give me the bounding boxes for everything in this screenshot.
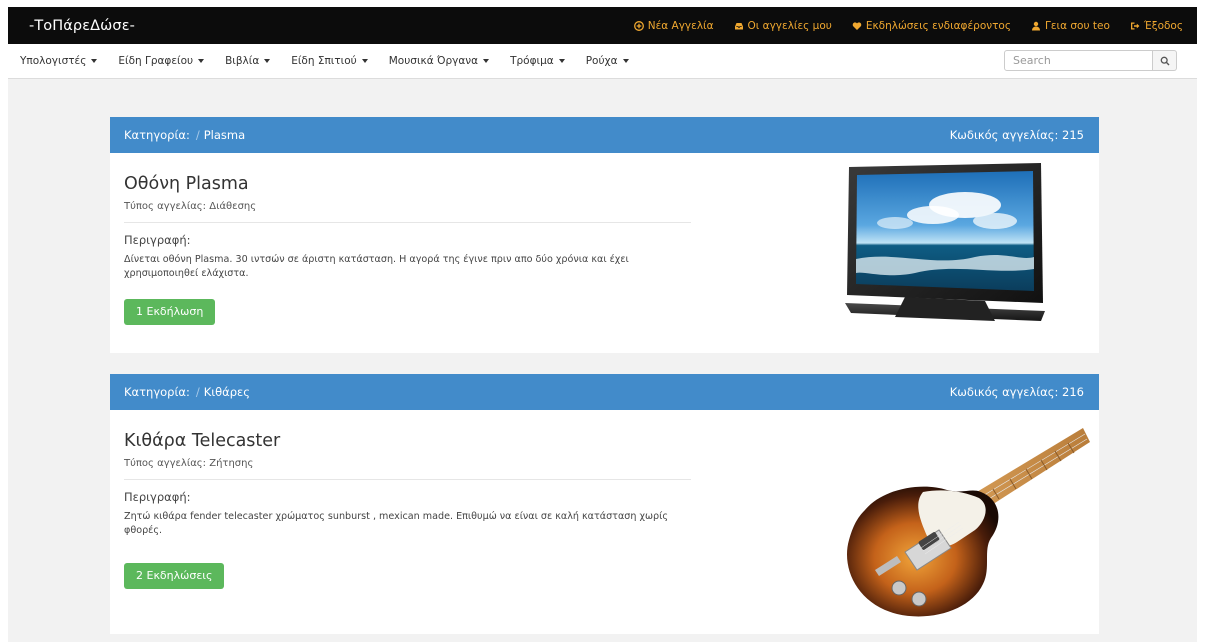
category-menu-books[interactable]: Βιβλία xyxy=(225,55,271,67)
plasma-tv-image xyxy=(845,163,1045,339)
heart-icon xyxy=(852,21,862,31)
caret-down-icon xyxy=(91,59,98,63)
caret-down-icon xyxy=(264,59,271,63)
telecaster-guitar-image xyxy=(835,418,1090,634)
new-ad-label: Νέα Αγγελία xyxy=(647,19,714,32)
category-menu-computers[interactable]: Υπολογιστές xyxy=(20,55,98,67)
user-greeting-link[interactable]: Γεια σου teo xyxy=(1031,20,1110,32)
category-menu-music[interactable]: Μουσικά Όργανα xyxy=(388,55,490,67)
user-greeting-label: Γεια σου teo xyxy=(1045,19,1110,32)
category-label: Τρόφιμα xyxy=(510,55,554,67)
interests-label: Εκδηλώσεις ενδιαφέροντος xyxy=(865,19,1012,32)
category-navbar: Υπολογιστές Είδη Γραφείου Βιβλία Είδη Σπ… xyxy=(8,44,1197,79)
ad-description: Δίνεται οθόνη Plasma. 30 ιντσών σε άριστ… xyxy=(124,254,629,279)
ad-type-label: Τύπος αγγελίας: xyxy=(124,201,207,212)
search-icon xyxy=(1160,51,1170,70)
top-nav-links: Νέα Αγγελία Οι αγγελίες μου Εκδηλώσεις ε… xyxy=(633,19,1183,32)
divider xyxy=(124,222,691,223)
ad-card-body: Οθόνη Plasma Τύπος αγγελίας: Διάθεσης Πε… xyxy=(110,153,1099,325)
ad-code-value: 215 xyxy=(1062,128,1084,142)
category-link[interactable]: Κιθάρες xyxy=(204,385,250,399)
ad-card-header: Κατηγορία: / Κιθάρες Κωδικός αγγελίας: 2… xyxy=(110,374,1099,410)
interest-button[interactable]: 2 Εκδηλώσεις xyxy=(124,563,225,589)
new-ad-link[interactable]: Νέα Αγγελία xyxy=(633,19,714,32)
divider xyxy=(124,479,691,480)
category-menu-food[interactable]: Τρόφιμα xyxy=(510,55,565,67)
search-input[interactable] xyxy=(1004,50,1153,71)
ad-type-label: Τύπος αγγελίας: xyxy=(124,458,207,469)
ad-code-label: Κωδικός αγγελίας: xyxy=(949,128,1059,142)
category-label: Ρούχα xyxy=(585,55,618,67)
page-frame: -ΤοΠάρεΔώσε- Νέα Αγγελία Οι αγγελίες μου… xyxy=(8,7,1197,642)
ad-description: Ζητώ κιθάρα fender telecaster χρώματος s… xyxy=(124,511,669,536)
ad-code: Κωδικός αγγελίας: 215 xyxy=(950,128,1084,142)
inbox-icon xyxy=(734,21,744,31)
caret-down-icon xyxy=(558,59,565,63)
category-menu-clothes[interactable]: Ρούχα xyxy=(586,55,629,67)
caret-down-icon xyxy=(198,59,205,63)
category-label: Είδη Σπιτιού xyxy=(291,55,357,67)
ad-card-body: Κιθάρα Telecaster Τύπος αγγελίας: Ζήτηση… xyxy=(110,410,1099,617)
category-label: Μουσικά Όργανα xyxy=(388,55,479,67)
ad-code-label: Κωδικός αγγελίας: xyxy=(949,385,1059,399)
breadcrumb-separator: / xyxy=(195,385,200,399)
ad-card-header: Κατηγορία: / Plasma Κωδικός αγγελίας: 21… xyxy=(110,117,1099,153)
interest-button[interactable]: 1 Εκδήλωση xyxy=(124,299,216,325)
logout-label: Έξοδος xyxy=(1143,19,1183,32)
ad-type-value: Ζήτησης xyxy=(209,458,254,469)
category-menu-office[interactable]: Είδη Γραφείου xyxy=(118,55,205,67)
ad-code-value: 216 xyxy=(1062,385,1084,399)
ad-card: Κατηγορία: / Κιθάρες Κωδικός αγγελίας: 2… xyxy=(110,374,1099,634)
search-button[interactable] xyxy=(1153,50,1177,71)
plus-circle-icon xyxy=(633,20,644,31)
category-label: Βιβλία xyxy=(225,55,260,67)
search-form xyxy=(1004,50,1177,71)
ad-type-value: Διάθεσης xyxy=(209,201,257,212)
my-ads-label: Οι αγγελίες μου xyxy=(747,19,832,32)
user-icon xyxy=(1031,21,1041,31)
ad-code: Κωδικός αγγελίας: 216 xyxy=(950,385,1084,399)
caret-down-icon xyxy=(483,59,490,63)
category-label: Υπολογιστές xyxy=(20,55,87,67)
logout-icon xyxy=(1130,21,1140,31)
category-label: Κατηγορία: xyxy=(124,385,190,399)
breadcrumb-separator: / xyxy=(195,128,200,142)
category-menu-home[interactable]: Είδη Σπιτιού xyxy=(291,55,368,67)
top-navbar: -ΤοΠάρεΔώσε- Νέα Αγγελία Οι αγγελίες μου… xyxy=(8,7,1197,44)
category-link[interactable]: Plasma xyxy=(204,128,245,142)
caret-down-icon xyxy=(361,59,368,63)
brand-logo[interactable]: -ΤοΠάρεΔώσε- xyxy=(29,18,135,34)
ad-card: Κατηγορία: / Plasma Κωδικός αγγελίας: 21… xyxy=(110,117,1099,353)
category-label: Είδη Γραφείου xyxy=(118,55,194,67)
caret-down-icon xyxy=(622,59,629,63)
category-label: Κατηγορία: xyxy=(124,128,190,142)
my-ads-link[interactable]: Οι αγγελίες μου xyxy=(734,20,832,32)
interests-link[interactable]: Εκδηλώσεις ενδιαφέροντος xyxy=(852,20,1011,32)
logout-link[interactable]: Έξοδος xyxy=(1130,20,1183,32)
